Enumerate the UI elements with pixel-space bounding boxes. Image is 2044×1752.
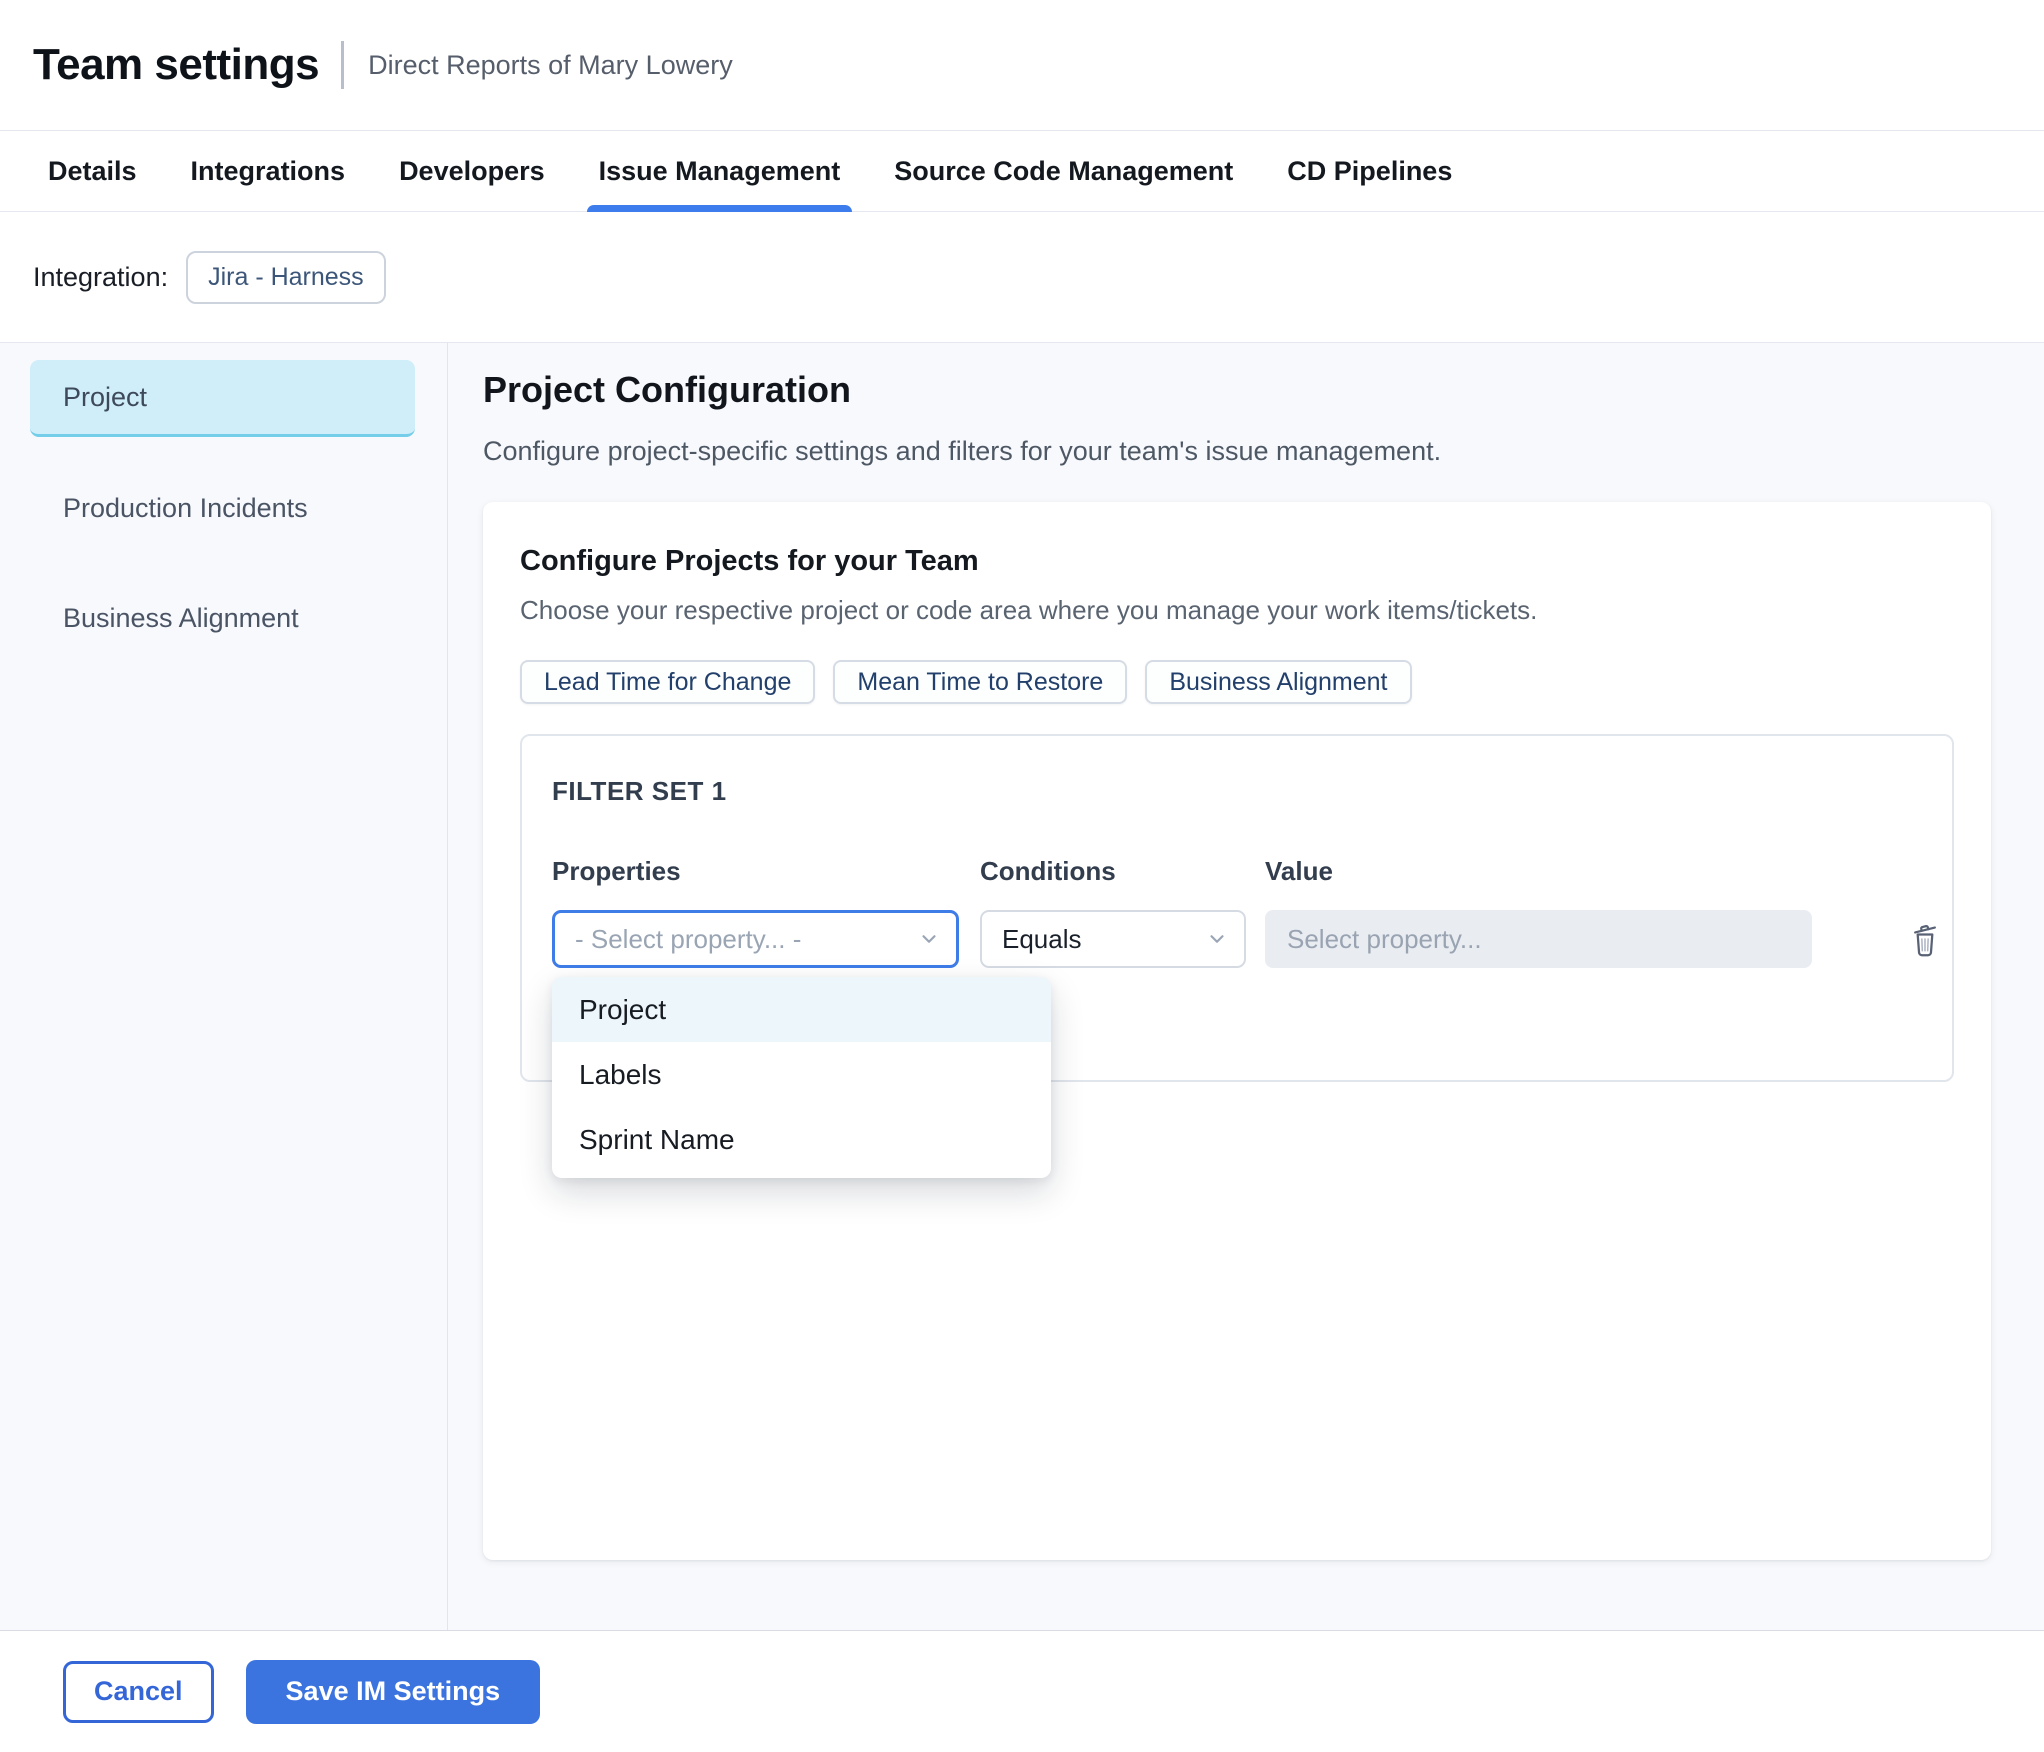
condition-select-value: Equals [1002, 923, 1082, 954]
title-divider [341, 41, 345, 89]
filter-set-title: FILTER SET 1 [552, 776, 727, 806]
tab-source-code-management[interactable]: Source Code Management [892, 131, 1235, 211]
integration-bar: Integration: Jira - Harness [0, 212, 2044, 343]
settings-tab-bar: Details Integrations Developers Issue Ma… [0, 130, 2044, 212]
main-panel: Project Configuration Configure project-… [448, 343, 2044, 1630]
settings-sidebar: Project Production Incidents Business Al… [0, 343, 448, 1630]
team-name-subtitle: Direct Reports of Mary Lowery [368, 49, 733, 80]
integration-label: Integration: [33, 261, 169, 292]
page-header: Team settings Direct Reports of Mary Low… [0, 0, 2044, 130]
cancel-button[interactable]: Cancel [63, 1660, 214, 1723]
dropdown-option-sprint-name[interactable]: Sprint Name [552, 1107, 1051, 1172]
metric-tab-business-alignment[interactable]: Business Alignment [1145, 660, 1412, 704]
sidebar-item-production-incidents[interactable]: Production Incidents [30, 470, 415, 547]
integration-chip[interactable]: Jira - Harness [186, 250, 386, 304]
metric-tab-mean-time-to-restore[interactable]: Mean Time to Restore [833, 660, 1128, 704]
tab-issue-management[interactable]: Issue Management [586, 131, 852, 212]
properties-column-label: Properties [552, 856, 681, 886]
tab-developers[interactable]: Developers [397, 131, 547, 211]
content-area: Project Production Incidents Business Al… [0, 343, 2044, 1630]
dropdown-option-labels[interactable]: Labels [552, 1042, 1051, 1107]
metric-tab-lead-time-for-change[interactable]: Lead Time for Change [520, 660, 816, 704]
team-settings-page: Team settings Direct Reports of Mary Low… [0, 0, 2044, 1752]
section-title: Project Configuration [483, 369, 851, 410]
filter-column-labels: Properties Conditions Value [552, 856, 1922, 886]
chevron-down-icon [1206, 928, 1228, 950]
tab-integrations[interactable]: Integrations [189, 131, 348, 211]
sidebar-item-business-alignment[interactable]: Business Alignment [30, 580, 415, 657]
footer-action-bar: Cancel Save IM Settings [0, 1630, 2044, 1752]
tab-details[interactable]: Details [46, 131, 139, 211]
filter-set-1: FILTER SET 1 Properties Conditions Value… [520, 734, 1954, 1178]
property-select-placeholder: - Select property... - [575, 923, 802, 954]
condition-select[interactable]: Equals [980, 910, 1246, 968]
trash-icon [1907, 918, 1943, 960]
dropdown-option-project[interactable]: Project [552, 977, 1051, 1042]
delete-filter-button[interactable] [1903, 915, 1947, 963]
section-subtitle: Configure project-specific settings and … [483, 436, 1442, 466]
conditions-column-label: Conditions [980, 856, 1116, 886]
metric-tab-row: Lead Time for Change Mean Time to Restor… [520, 660, 1954, 704]
save-im-settings-button[interactable]: Save IM Settings [245, 1659, 541, 1724]
value-column-label: Value [1265, 856, 1333, 886]
configure-projects-card: Configure Projects for your Team Choose … [483, 502, 1991, 1560]
property-select[interactable]: - Select property... - [552, 910, 959, 968]
card-subtitle: Choose your respective project or code a… [520, 595, 1538, 625]
property-options-dropdown: Project Labels Sprint Name [552, 977, 1051, 1178]
filter-controls-row: - Select property... - Equals [552, 910, 1936, 968]
tab-cd-pipelines[interactable]: CD Pipelines [1285, 131, 1454, 211]
card-title: Configure Projects for your Team [520, 545, 979, 577]
page-title: Team settings [33, 40, 320, 89]
value-input[interactable] [1265, 910, 1812, 968]
chevron-down-icon [918, 928, 940, 950]
sidebar-item-project[interactable]: Project [30, 360, 415, 437]
